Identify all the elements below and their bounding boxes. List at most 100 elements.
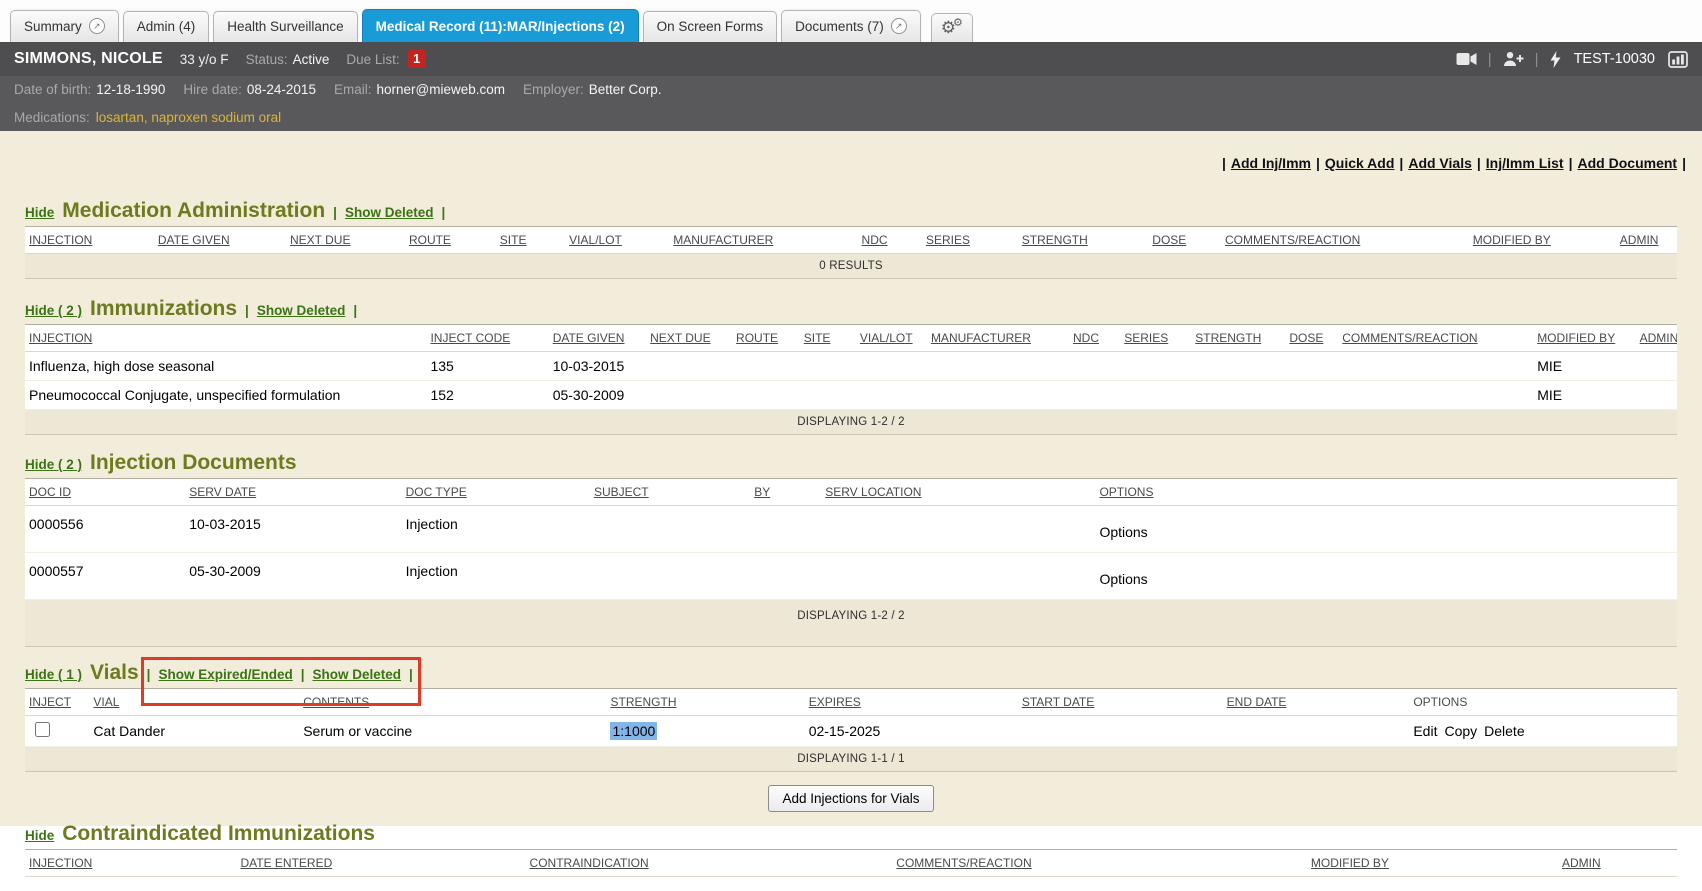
quick-add-link[interactable]: Quick Add — [1325, 155, 1395, 171]
vial-row-checkbox[interactable] — [35, 722, 50, 737]
column-header-strength[interactable]: STRENGTH — [606, 689, 804, 716]
column-header-ndc[interactable]: NDC — [858, 227, 922, 254]
column-header-manufacturer[interactable]: MANUFACTURER — [927, 325, 1069, 352]
injection-documents-table: DOC ID SERV DATE DOC TYPE SUBJECT BY SER… — [25, 478, 1677, 647]
tab-summary-label: Summary — [24, 19, 82, 34]
options-menu-link[interactable]: Options — [1095, 553, 1677, 600]
column-header-inject[interactable]: INJECT — [25, 689, 89, 716]
delete-link[interactable]: Delete — [1484, 723, 1524, 739]
column-header-end-date[interactable]: END DATE — [1223, 689, 1410, 716]
column-header-modified-by[interactable]: MODIFIED BY — [1469, 227, 1616, 254]
hide-link[interactable]: Hide ( 2 ) — [25, 457, 82, 472]
column-header-modified-by[interactable]: MODIFIED BY — [1307, 850, 1558, 877]
tab-medical-record[interactable]: Medical Record (11):MAR/Injections (2) — [362, 9, 639, 42]
column-header-injection[interactable]: INJECTION — [25, 227, 154, 254]
hide-link[interactable]: Hide ( 2 ) — [25, 303, 82, 318]
column-header-route[interactable]: ROUTE — [732, 325, 800, 352]
hide-link[interactable]: Hide ( 1 ) — [25, 667, 82, 682]
empty-results-text: 0 RESULTS — [25, 254, 1677, 279]
column-header-admin[interactable]: ADMIN — [1616, 227, 1677, 254]
date-given-cell: 05-30-2009 — [549, 381, 646, 410]
video-camera-icon[interactable] — [1456, 52, 1477, 66]
tab-documents[interactable]: Documents (7) ↗ — [781, 10, 921, 42]
show-expired-ended-link[interactable]: Show Expired/Ended — [158, 667, 292, 682]
popout-icon[interactable]: ↗ — [89, 18, 105, 34]
column-header-doc-type[interactable]: DOC TYPE — [402, 479, 590, 506]
column-header-vial-lot[interactable]: VIAL/LOT — [565, 227, 669, 254]
lightning-bolt-icon[interactable] — [1550, 51, 1561, 68]
tab-health-surveillance[interactable]: Health Surveillance — [213, 11, 357, 42]
column-header-site[interactable]: SITE — [800, 325, 856, 352]
column-header-next-due[interactable]: NEXT DUE — [286, 227, 405, 254]
column-header-doc-id[interactable]: DOC ID — [25, 479, 185, 506]
column-header-contents[interactable]: CONTENTS — [299, 689, 606, 716]
tab-on-screen-forms[interactable]: On Screen Forms — [643, 11, 778, 42]
show-deleted-link[interactable]: Show Deleted — [313, 667, 402, 682]
column-header-comments-reaction[interactable]: COMMENTS/REACTION — [1221, 227, 1469, 254]
column-header-dose[interactable]: DOSE — [1285, 325, 1338, 352]
hide-link[interactable]: Hide — [25, 828, 54, 843]
add-document-link[interactable]: Add Document — [1578, 155, 1678, 171]
column-header-route[interactable]: ROUTE — [405, 227, 496, 254]
show-deleted-link[interactable]: Show Deleted — [345, 205, 434, 220]
due-list-badge[interactable]: 1 — [408, 50, 426, 68]
column-header-inject-code[interactable]: INJECT CODE — [426, 325, 548, 352]
popout-icon[interactable]: ↗ — [891, 18, 907, 34]
options-cell: Edit Copy Delete — [1409, 716, 1677, 747]
medication-link[interactable]: naproxen sodium oral — [151, 110, 281, 125]
add-injections-for-vials-button[interactable]: Add Injections for Vials — [768, 785, 933, 812]
employer-label: Employer: — [523, 82, 584, 97]
column-header-modified-by[interactable]: MODIFIED BY — [1533, 325, 1635, 352]
options-menu-link[interactable]: Options — [1095, 506, 1677, 553]
column-header-site[interactable]: SITE — [496, 227, 565, 254]
column-header-date-given[interactable]: DATE GIVEN — [549, 325, 646, 352]
column-header-options[interactable]: OPTIONS — [1095, 479, 1677, 506]
column-header-serv-location[interactable]: SERV LOCATION — [821, 479, 1095, 506]
section-header: Hide ( 1 ) Vials | Show Expired/Ended | … — [25, 661, 1677, 685]
column-header-strength[interactable]: STRENGTH — [1191, 325, 1285, 352]
column-header-serv-date[interactable]: SERV DATE — [185, 479, 401, 506]
show-deleted-link[interactable]: Show Deleted — [257, 303, 346, 318]
column-header-strength[interactable]: STRENGTH — [1018, 227, 1149, 254]
column-header-comments-reaction[interactable]: COMMENTS/REACTION — [892, 850, 1307, 877]
medication-link[interactable]: losartan — [96, 110, 144, 125]
column-header-vial-lot[interactable]: VIAL/LOT — [856, 325, 927, 352]
column-header-next-due[interactable]: NEXT DUE — [646, 325, 732, 352]
column-header-vial[interactable]: VIAL — [89, 689, 299, 716]
column-header-date-entered[interactable]: DATE ENTERED — [236, 850, 525, 877]
column-header-expires[interactable]: EXPIRES — [805, 689, 1018, 716]
table-cell — [1636, 352, 1677, 381]
column-header-start-date[interactable]: START DATE — [1018, 689, 1223, 716]
column-header-comments-reaction[interactable]: COMMENTS/REACTION — [1338, 325, 1533, 352]
column-header-dose[interactable]: DOSE — [1148, 227, 1221, 254]
inj-imm-list-link[interactable]: Inj/Imm List — [1486, 155, 1564, 171]
column-header-injection[interactable]: INJECTION — [25, 325, 426, 352]
column-header-subject[interactable]: SUBJECT — [590, 479, 750, 506]
settings-gear-button[interactable]: ⚙ ⚙ — [931, 13, 973, 42]
popout-arrow-glyph: ↗ — [93, 22, 101, 31]
hide-link[interactable]: Hide — [25, 205, 54, 220]
tab-admin[interactable]: Admin (4) — [123, 11, 210, 42]
add-inj-imm-link[interactable]: Add Inj/Imm — [1231, 155, 1311, 171]
tab-summary[interactable]: Summary ↗ — [10, 10, 119, 42]
edit-link[interactable]: Edit — [1413, 723, 1437, 739]
tab-admin-label: Admin (4) — [137, 19, 196, 34]
column-header-ndc[interactable]: NDC — [1069, 325, 1120, 352]
bar-chart-icon[interactable] — [1668, 51, 1688, 68]
add-vials-link[interactable]: Add Vials — [1408, 155, 1472, 171]
column-header-admin[interactable]: ADMIN — [1636, 325, 1677, 352]
column-header-admin[interactable]: ADMIN — [1558, 850, 1677, 877]
column-header-series[interactable]: SERIES — [1120, 325, 1191, 352]
column-header-injection[interactable]: INJECTION — [25, 850, 236, 877]
add-person-icon[interactable] — [1503, 51, 1524, 67]
doc-id-cell[interactable]: 0000557 — [25, 553, 185, 600]
table-cell — [927, 352, 1069, 381]
column-header-contraindication[interactable]: CONTRAINDICATION — [526, 850, 893, 877]
vials-table: INJECT VIAL CONTENTS STRENGTH EXPIRES ST… — [25, 688, 1677, 772]
column-header-date-given[interactable]: DATE GIVEN — [154, 227, 286, 254]
copy-link[interactable]: Copy — [1444, 723, 1477, 739]
column-header-manufacturer[interactable]: MANUFACTURER — [669, 227, 857, 254]
doc-id-cell[interactable]: 0000556 — [25, 506, 185, 553]
column-header-series[interactable]: SERIES — [922, 227, 1018, 254]
column-header-by[interactable]: BY — [750, 479, 821, 506]
